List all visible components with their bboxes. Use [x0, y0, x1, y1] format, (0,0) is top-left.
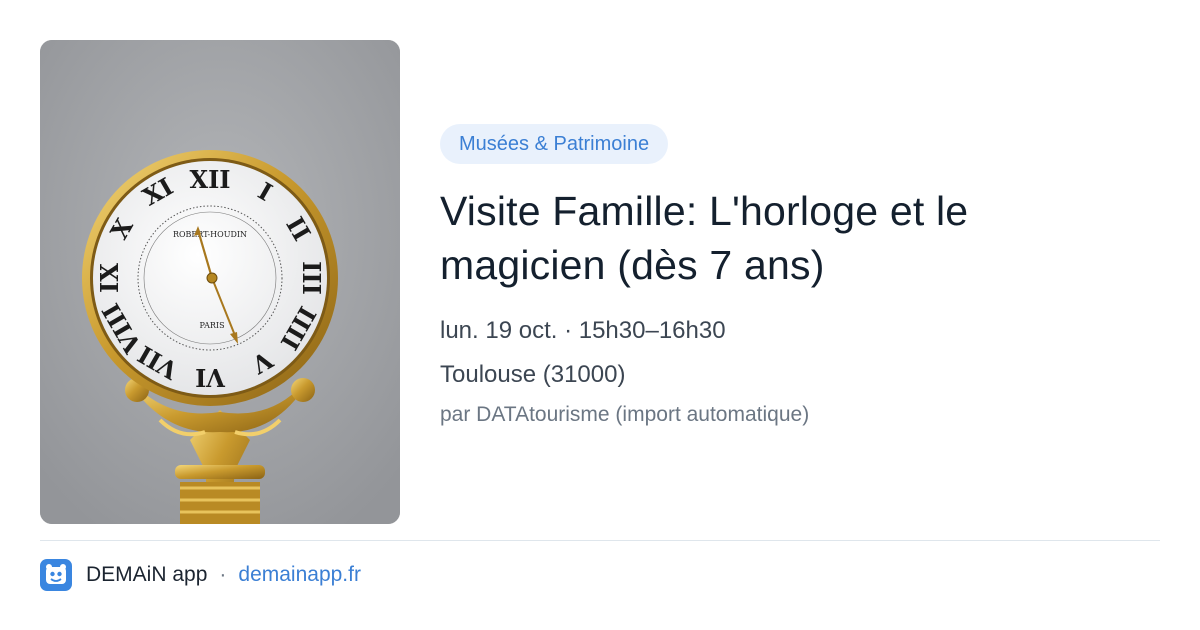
- dial-maker-text: ROBERT-HOUDIN: [173, 230, 247, 239]
- footer: DEMAiN app · demainapp.fr: [40, 558, 361, 592]
- svg-text:IX: IX: [95, 263, 124, 293]
- app-name: DEMAiN app: [86, 563, 208, 586]
- svg-text:VI: VI: [195, 363, 226, 392]
- footer-divider: [40, 540, 1160, 541]
- event-details: Musées & Patrimoine Visite Famille: L'ho…: [440, 124, 1160, 429]
- footer-separator: ·: [219, 563, 227, 586]
- category-badge[interactable]: Musées & Patrimoine: [440, 124, 669, 164]
- app-website-link[interactable]: demainapp.fr: [238, 563, 361, 587]
- event-share-card: XII I II III IIII V VI VII VIII IX X XI …: [0, 0, 1200, 630]
- event-location: Toulouse (31000): [440, 361, 626, 388]
- event-source: par DATAtourisme (import automatique): [440, 403, 810, 426]
- event-datetime: lun. 19 oct. · 15h30–16h30: [440, 317, 726, 344]
- demain-app-logo-icon: [40, 559, 72, 591]
- clock-photo: XII I II III IIII V VI VII VIII IX X XI …: [40, 40, 400, 524]
- svg-text:XII: XII: [189, 165, 230, 194]
- event-title: Visite Famille: L'horloge et le magicien…: [440, 188, 969, 288]
- dial-city-text: PARIS: [199, 321, 224, 330]
- svg-text:III: III: [297, 261, 326, 295]
- event-image: XII I II III IIII V VI VII VIII IX X XI …: [40, 40, 400, 524]
